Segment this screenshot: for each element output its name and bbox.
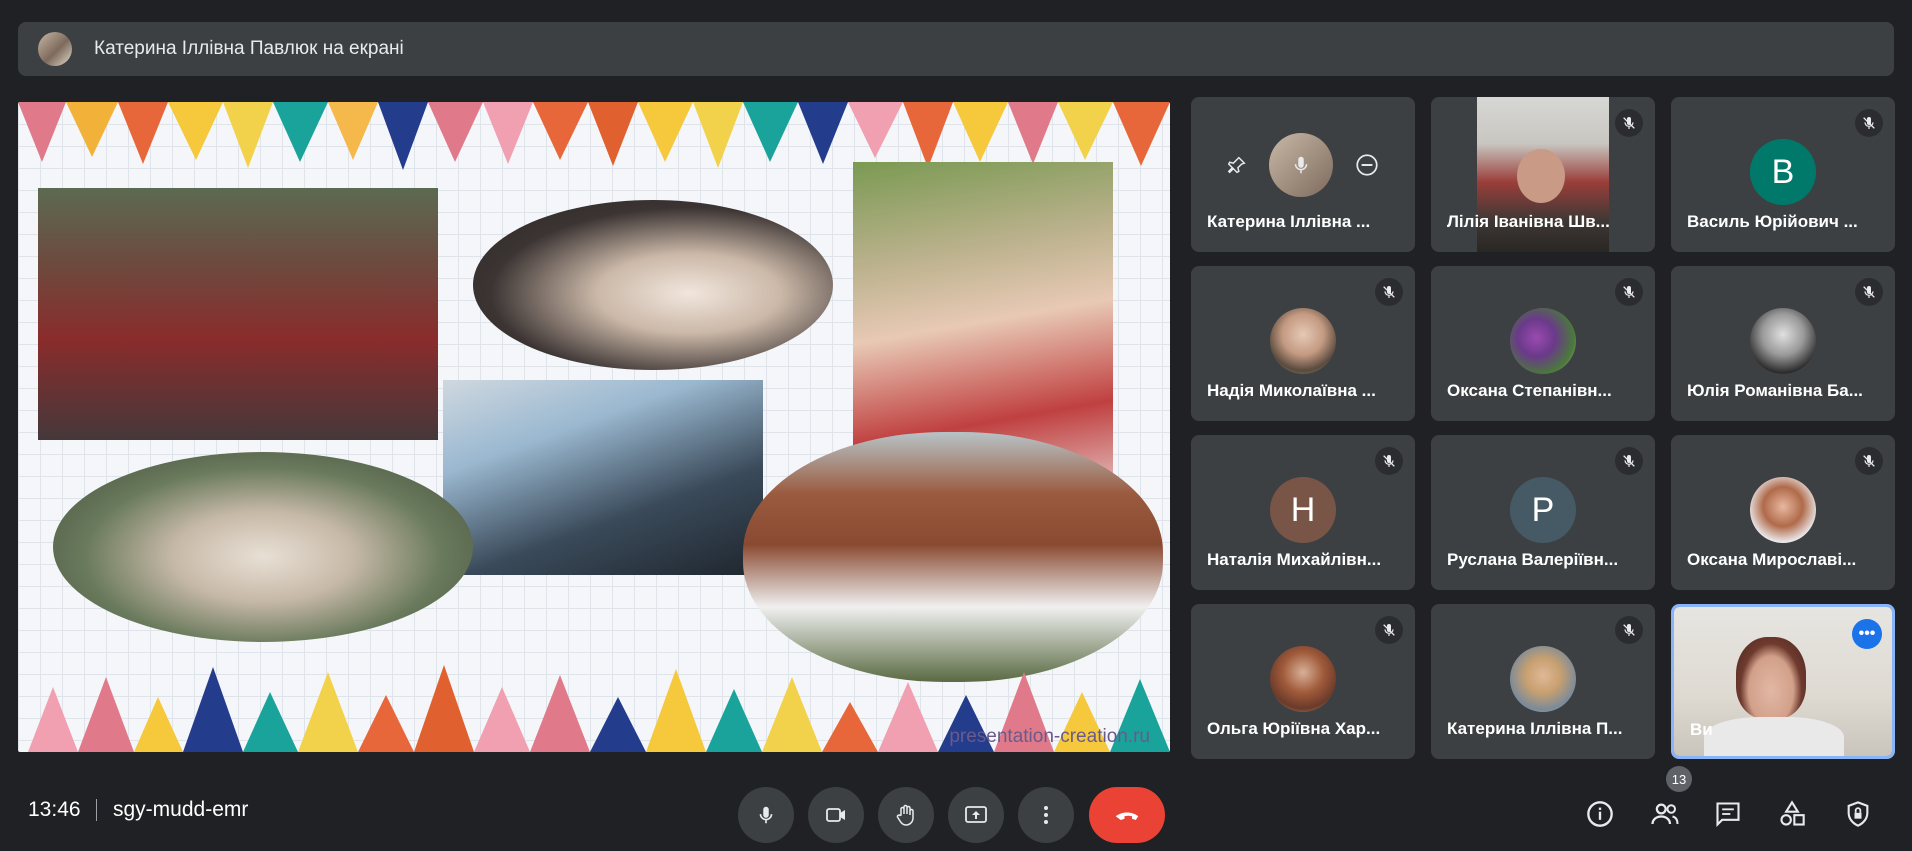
mic-off-icon bbox=[1615, 447, 1643, 475]
participant-name: Наталія Михайлівн... bbox=[1207, 550, 1382, 569]
participant-tile[interactable]: В Василь Юрійович ... bbox=[1671, 97, 1895, 252]
mic-off-icon bbox=[1375, 616, 1403, 644]
divider bbox=[96, 799, 97, 821]
participant-avatar: Р bbox=[1510, 477, 1576, 543]
present-screen-button[interactable] bbox=[948, 787, 1004, 843]
mic-icon[interactable] bbox=[1290, 154, 1312, 176]
info-icon bbox=[1587, 801, 1613, 827]
photo-students-masks bbox=[443, 380, 763, 575]
participant-name: Руслана Валеріївн... bbox=[1447, 550, 1619, 569]
pin-icon[interactable] bbox=[1226, 154, 1248, 176]
meeting-clock: 13:46 bbox=[28, 798, 81, 821]
participant-name: Надія Миколаївна ... bbox=[1207, 381, 1376, 400]
participant-tile[interactable]: Оксана Мирославі... bbox=[1671, 435, 1895, 590]
participant-name: Оксана Степанівн... bbox=[1447, 381, 1612, 400]
mic-off-icon bbox=[1375, 278, 1403, 306]
mic-off-icon bbox=[1855, 109, 1883, 137]
shared-screen: presentation-creation.ru bbox=[18, 102, 1170, 752]
leave-call-button[interactable] bbox=[1089, 787, 1165, 843]
people-icon bbox=[1651, 803, 1679, 825]
participant-avatar bbox=[1270, 308, 1336, 374]
mic-icon bbox=[759, 806, 773, 824]
camera-button[interactable] bbox=[808, 787, 864, 843]
people-button[interactable] bbox=[1645, 794, 1685, 834]
mic-off-icon bbox=[1855, 278, 1883, 306]
participant-avatar: Н bbox=[1270, 477, 1336, 543]
participant-avatar: В bbox=[1750, 139, 1816, 205]
meeting-details-button[interactable] bbox=[1580, 794, 1620, 834]
participant-avatar bbox=[1270, 646, 1336, 712]
participant-tile[interactable]: Н Наталія Михайлівн... bbox=[1191, 435, 1415, 590]
participant-avatar bbox=[1750, 308, 1816, 374]
participant-tile[interactable]: Оксана Степанівн... bbox=[1431, 266, 1655, 421]
remove-icon[interactable] bbox=[1354, 152, 1380, 178]
presenting-banner: Катерина Іллівна Павлюк на екрані bbox=[18, 22, 1894, 76]
participant-name: Юлія Романівна Ба... bbox=[1687, 381, 1863, 400]
activities-icon bbox=[1780, 800, 1805, 826]
participant-tile[interactable]: Р Руслана Валеріївн... bbox=[1431, 435, 1655, 590]
meeting-code: sgy-mudd-emr bbox=[113, 798, 249, 821]
participant-tile[interactable]: Катерина Іллівна ... bbox=[1191, 97, 1415, 252]
chat-icon bbox=[1716, 802, 1740, 828]
participant-tile[interactable]: Лілія Іванівна Шв... bbox=[1431, 97, 1655, 252]
slide-watermark: presentation-creation.ru bbox=[949, 726, 1150, 747]
participant-avatar bbox=[1750, 477, 1816, 543]
participant-name: Василь Юрійович ... bbox=[1687, 212, 1858, 231]
more-vert-icon bbox=[1044, 806, 1048, 824]
mic-off-icon bbox=[1615, 616, 1643, 644]
participant-avatar bbox=[1268, 133, 1333, 197]
host-controls-button[interactable] bbox=[1838, 794, 1878, 834]
participant-name: Ольга Юріївна Хар... bbox=[1207, 719, 1381, 738]
mic-off-icon bbox=[1855, 447, 1883, 475]
self-view-tile[interactable]: ••• Ви bbox=[1671, 604, 1895, 759]
participant-tile[interactable]: Надія Миколаївна ... bbox=[1191, 266, 1415, 421]
present-icon bbox=[965, 806, 987, 823]
tile-hover-controls bbox=[1215, 133, 1391, 197]
shield-lock-icon bbox=[1847, 801, 1869, 827]
photo-new-year-class bbox=[38, 188, 438, 440]
participant-name: Оксана Мирославі... bbox=[1687, 550, 1857, 569]
hand-icon bbox=[896, 804, 914, 826]
presenting-banner-text: Катерина Іллівна Павлюк на екрані bbox=[94, 38, 404, 59]
participant-name: Лілія Іванівна Шв... bbox=[1447, 212, 1610, 231]
photo-class-building bbox=[743, 432, 1163, 682]
raise-hand-button[interactable] bbox=[878, 787, 934, 843]
photo-class-outdoor bbox=[53, 452, 473, 642]
mic-off-icon bbox=[1375, 447, 1403, 475]
participant-name: Ви bbox=[1690, 720, 1713, 739]
control-bar: 13:46 sgy-mudd-emr 13 bbox=[0, 766, 1912, 851]
participant-avatar bbox=[1510, 646, 1576, 712]
participant-count-badge: 13 bbox=[1666, 766, 1692, 792]
more-options-button[interactable]: ••• bbox=[1852, 619, 1882, 649]
mic-off-icon bbox=[1615, 278, 1643, 306]
participant-tile[interactable]: Ольга Юріївна Хар... bbox=[1191, 604, 1415, 759]
participant-name: Катерина Іллівна ... bbox=[1207, 212, 1371, 231]
mic-off-icon bbox=[1615, 109, 1643, 137]
participant-name: Катерина Іллівна П... bbox=[1447, 719, 1623, 738]
chat-button[interactable] bbox=[1708, 794, 1748, 834]
hangup-icon bbox=[1115, 812, 1139, 820]
participant-tile[interactable]: Катерина Іллівна П... bbox=[1431, 604, 1655, 759]
activities-button[interactable] bbox=[1772, 794, 1812, 834]
participant-avatar bbox=[1510, 308, 1576, 374]
participant-tile[interactable]: Юлія Романівна Ба... bbox=[1671, 266, 1895, 421]
more-options-button[interactable] bbox=[1018, 787, 1074, 843]
photo-students-oval bbox=[473, 200, 833, 370]
presenter-avatar bbox=[38, 32, 72, 66]
microphone-button[interactable] bbox=[738, 787, 794, 843]
camera-icon bbox=[826, 808, 845, 822]
